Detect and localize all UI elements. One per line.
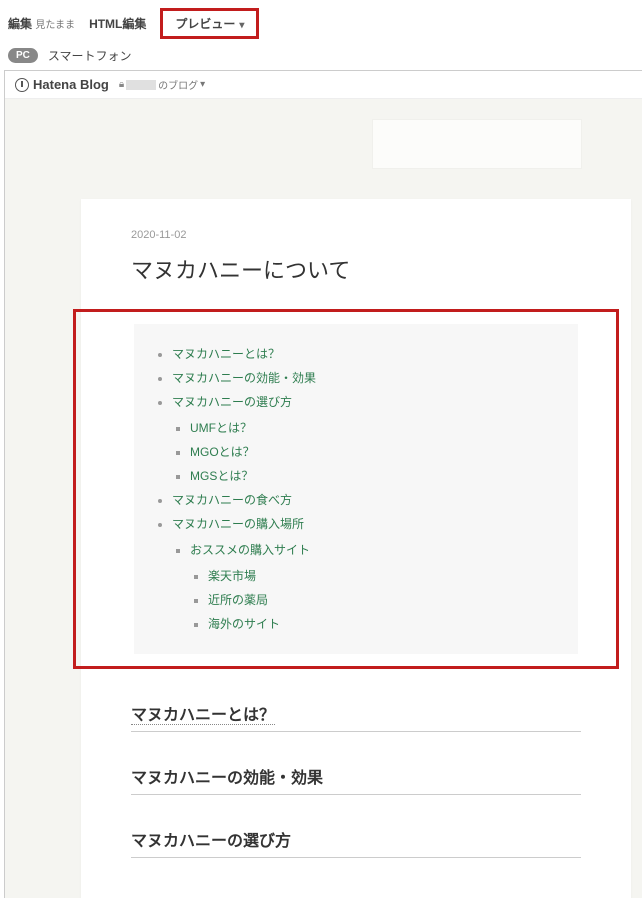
tab-preview[interactable]: プレビュー▾ [175, 17, 244, 31]
section-heading: マヌカハニーの選び方 [131, 821, 581, 858]
hatena-blog-logo: Hatena Blog [15, 77, 109, 92]
toc-link[interactable]: MGOとは？ [190, 445, 255, 459]
highlight-toc: マヌカハニーとは？ マヌカハニーの効能・効果 マヌカハニーの選び方 UMFとは？… [73, 309, 619, 669]
toc-item: MGOとは？ [190, 440, 558, 464]
post-title: マヌカハニーについて [131, 253, 581, 285]
info-icon [15, 78, 29, 92]
toc-link[interactable]: マヌカハニーとは？ [172, 347, 280, 361]
toc-item: 近所の薬局 [208, 588, 558, 612]
toc-link[interactable]: UMFとは？ [190, 421, 252, 435]
toc-item: マヌカハニーの食べ方 [172, 488, 558, 512]
subtab-pc[interactable]: PC [8, 48, 38, 63]
toc-link[interactable]: MGSとは？ [190, 469, 253, 483]
toc-item: 海外のサイト [208, 612, 558, 636]
device-subtabs: PC スマートフォン [0, 43, 642, 70]
toc-link[interactable]: マヌカハニーの効能・効果 [172, 371, 316, 385]
toc-link[interactable]: 海外のサイト [208, 617, 280, 631]
toc-item: マヌカハニーの選び方 UMFとは？ MGOとは？ MGSとは？ [172, 390, 558, 488]
toc-item: マヌカハニーとは？ [172, 342, 558, 366]
toc-item: おススメの購入サイト 楽天市場 近所の薬局 海外のサイト [190, 538, 558, 636]
toc-link[interactable]: マヌカハニーの食べ方 [172, 493, 292, 507]
lock-icon: 🔒︎ [119, 79, 124, 90]
caret-down-icon: ▾ [200, 79, 205, 90]
tab-edit[interactable]: 編集 見たまま [8, 15, 75, 32]
toc-link[interactable]: マヌカハニーの購入場所 [172, 517, 304, 531]
toc-link[interactable]: おススメの購入サイト [190, 543, 310, 557]
toc-item: マヌカハニーの効能・効果 [172, 366, 558, 390]
toc-item: MGSとは？ [190, 464, 558, 488]
preview-header-bar: Hatena Blog 🔒︎ のブログ ▾ [5, 71, 642, 99]
preview-body: 2020-11-02 マヌカハニーについて マヌカハニーとは？ マヌカハニーの効… [5, 99, 642, 898]
tab-html-edit[interactable]: HTML編集 [89, 15, 146, 32]
table-of-contents: マヌカハニーとは？ マヌカハニーの効能・効果 マヌカハニーの選び方 UMFとは？… [134, 324, 578, 654]
toc-link[interactable]: 近所の薬局 [208, 593, 268, 607]
ad-placeholder [372, 119, 582, 169]
toc-item: マヌカハニーの購入場所 おススメの購入サイト 楽天市場 近所の薬局 海外のサイト [172, 512, 558, 636]
toc-item: 楽天市場 [208, 564, 558, 588]
post-date: 2020-11-02 [131, 229, 581, 241]
section-heading: マヌカハニーの効能・効果 [131, 758, 581, 795]
toc-link[interactable]: マヌカハニーの選び方 [172, 395, 292, 409]
chevron-down-icon: ▾ [239, 20, 244, 31]
highlight-preview-tab: プレビュー▾ [160, 8, 259, 39]
subtab-smartphone[interactable]: スマートフォン [48, 47, 132, 64]
toc-link[interactable]: 楽天市場 [208, 569, 256, 583]
toc-item: UMFとは？ [190, 416, 558, 440]
article-card: 2020-11-02 マヌカハニーについて マヌカハニーとは？ マヌカハニーの効… [81, 199, 631, 898]
preview-frame: Hatena Blog 🔒︎ のブログ ▾ 2020-11-02 マヌカハニーに… [4, 70, 642, 898]
redacted-name [126, 80, 156, 90]
blog-name[interactable]: 🔒︎ のブログ ▾ [119, 77, 205, 92]
editor-mode-tabs: 編集 見たまま HTML編集 プレビュー▾ [0, 0, 642, 43]
section-heading: マヌカハニーとは？ [131, 695, 581, 732]
